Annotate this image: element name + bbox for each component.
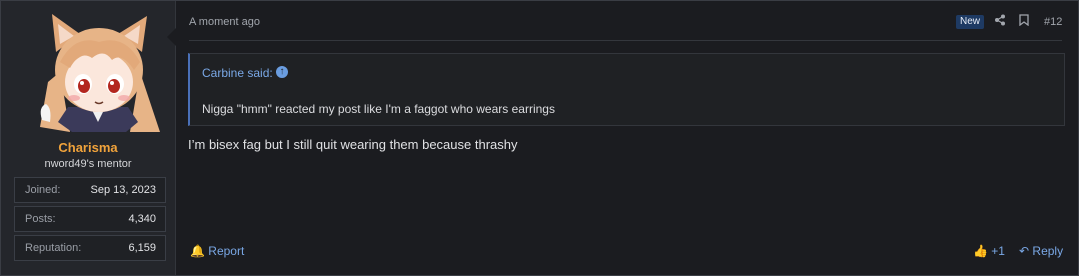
- like-button[interactable]: 👍 +1: [973, 244, 1005, 258]
- quote-text: Nigga "hmm" reacted my post like I'm a f…: [202, 102, 555, 116]
- reply-button[interactable]: ↶ Reply: [1019, 244, 1063, 258]
- stat-value: 4,340: [128, 213, 156, 225]
- stat-value: 6,159: [128, 242, 156, 254]
- stat-label: Reputation:: [25, 242, 82, 254]
- reply-icon: ↶: [1019, 244, 1030, 258]
- thumbs-up-icon: 👍: [973, 244, 988, 258]
- like-label: +1: [991, 244, 1005, 258]
- post-timestamp[interactable]: A moment ago: [189, 16, 260, 28]
- quote-author[interactable]: Carbine said:: [202, 66, 273, 80]
- username[interactable]: Charisma: [1, 140, 175, 155]
- post-number[interactable]: #12: [1044, 16, 1062, 28]
- header-divider: [189, 40, 1062, 41]
- quote-jump-icon[interactable]: ↑: [276, 66, 288, 78]
- stat-joined: Joined: Sep 13, 2023: [14, 177, 166, 203]
- stat-label: Posts:: [25, 213, 56, 225]
- report-button[interactable]: 🔔 Report: [190, 244, 244, 258]
- report-label: Report: [208, 244, 245, 258]
- quote-block: Carbine said: ↑ Nigga "hmm" reacted my p…: [188, 53, 1065, 126]
- bookmark-icon[interactable]: [1019, 14, 1029, 29]
- bell-icon: 🔔: [190, 244, 205, 258]
- stat-value: Sep 13, 2023: [90, 184, 156, 196]
- post-main: A moment ago New #12 Carbine said: ↑ Nig…: [176, 1, 1078, 275]
- stat-reputation: Reputation: 6,159: [14, 235, 166, 261]
- share-icon[interactable]: [994, 14, 1006, 29]
- user-title: nword49's mentor: [44, 158, 132, 170]
- stat-posts: Posts: 4,340: [14, 206, 166, 232]
- post-body: I’m bisex fag but I still quit wearing t…: [188, 137, 518, 152]
- reply-label: Reply: [1032, 244, 1064, 258]
- user-sidebar: Charisma nword49's mentor Joined: Sep 13…: [1, 1, 176, 275]
- post-container: Charisma nword49's mentor Joined: Sep 13…: [0, 0, 1079, 276]
- user-avatar[interactable]: [30, 12, 167, 132]
- stat-label: Joined:: [25, 184, 61, 196]
- userbar-pointer: [167, 28, 176, 46]
- new-badge: New: [956, 15, 985, 29]
